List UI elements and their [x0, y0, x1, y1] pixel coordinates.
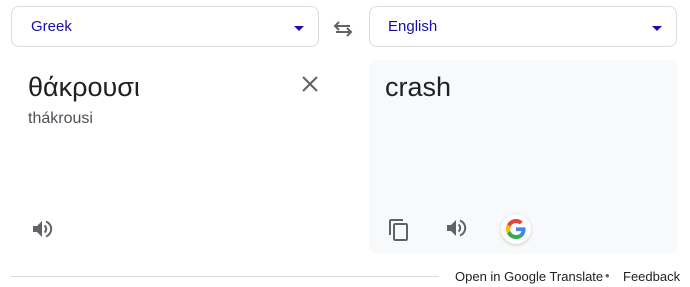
- target-language-select[interactable]: English: [369, 6, 677, 47]
- chevron-down-icon: [652, 26, 662, 31]
- source-listen-button[interactable]: [30, 217, 54, 241]
- translation-listen-button[interactable]: [444, 216, 468, 240]
- google-search-button[interactable]: [501, 214, 531, 244]
- source-language-label: Greek: [31, 18, 72, 35]
- close-icon: [302, 76, 318, 92]
- source-text[interactable]: θάκρουσι: [28, 72, 140, 103]
- translate-widget: Greek English θάκρουσι thákrousi crash O…: [0, 0, 690, 287]
- source-transliteration: thákrousi: [28, 110, 93, 127]
- chevron-down-icon: [294, 26, 304, 31]
- swap-arrows-icon: [333, 21, 353, 37]
- feedback-link[interactable]: Feedback: [623, 269, 680, 284]
- target-language-label: English: [388, 18, 438, 35]
- open-in-google-translate-link[interactable]: Open in Google Translate: [455, 269, 603, 284]
- speaker-icon: [447, 219, 467, 237]
- copy-icon: [389, 219, 408, 241]
- translated-text: crash: [385, 72, 452, 102]
- clear-source-button[interactable]: [298, 72, 322, 96]
- speaker-icon: [33, 220, 53, 238]
- translation-panel: crash: [369, 60, 678, 254]
- swap-languages-button[interactable]: [330, 16, 356, 40]
- source-language-select[interactable]: Greek: [11, 6, 319, 47]
- google-logo-icon: [506, 219, 526, 239]
- footer-separator: •: [605, 268, 610, 283]
- copy-translation-button[interactable]: [387, 218, 411, 242]
- footer-divider: [11, 276, 439, 277]
